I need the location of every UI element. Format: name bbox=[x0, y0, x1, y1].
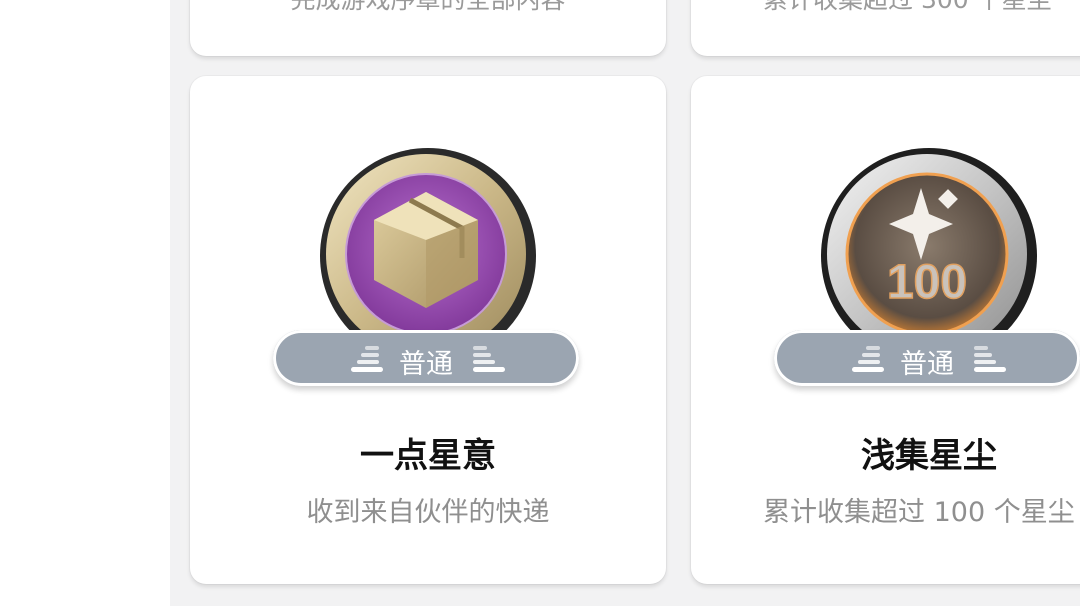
achievement-card-partial-2[interactable]: 累计收集超过 300 个星尘 bbox=[691, 0, 1080, 56]
rank-stripes-icon bbox=[473, 346, 505, 372]
stardust-100-medal-icon: 100 bbox=[821, 148, 1037, 332]
achievement-card-partial-1[interactable]: 完成游戏序章的全部内容 bbox=[190, 0, 666, 56]
achievement-description: 收到来自伙伴的快递 bbox=[306, 497, 550, 528]
achievement-title: 一点星意 bbox=[360, 436, 496, 476]
achievement-grid: 完成游戏序章的全部内容 累计收集超过 300 个星尘 bbox=[170, 0, 1080, 606]
achievement-card-1[interactable]: 普通 一点星意 收到来自伙伴的快递 bbox=[190, 76, 666, 584]
achievement-title: 浅集星尘 bbox=[861, 436, 997, 476]
left-blank-area bbox=[0, 0, 170, 606]
rarity-label: 普通 bbox=[399, 349, 453, 380]
card-description: 累计收集超过 300 个星尘 bbox=[691, 0, 1080, 16]
medal-number: 100 bbox=[887, 256, 967, 309]
rarity-badge: 普通 bbox=[273, 330, 579, 386]
achievement-description: 累计收集超过 100 个星尘 bbox=[763, 497, 1075, 528]
card-description: 完成游戏序章的全部内容 bbox=[190, 0, 666, 16]
rarity-badge: 普通 bbox=[774, 330, 1080, 386]
rarity-label: 普通 bbox=[900, 349, 954, 380]
achievement-card-2[interactable]: 100 普通 浅集星尘 累计收集超过 100 个星尘 bbox=[691, 76, 1080, 584]
rank-stripes-icon bbox=[974, 346, 1006, 372]
package-medal-icon bbox=[320, 148, 536, 332]
